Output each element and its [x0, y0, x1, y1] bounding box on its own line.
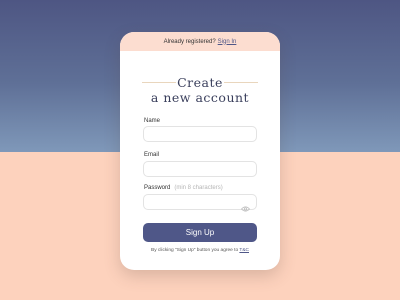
terms-text: By clicking "Sign Up" button you agree t…: [151, 248, 239, 253]
email-input[interactable]: [143, 161, 257, 177]
signup-card: Already registered? Sign In Create a new…: [120, 32, 280, 270]
name-input[interactable]: [143, 126, 257, 142]
password-label: Password: [144, 185, 171, 191]
email-label: Email: [144, 152, 160, 158]
already-registered-text: Already registered?: [163, 38, 216, 45]
page-title: Create a new account: [120, 75, 280, 111]
password-input[interactable]: [143, 194, 257, 212]
terms-link[interactable]: T&C: [239, 248, 249, 253]
eye-icon[interactable]: [241, 199, 250, 212]
password-label-row: Password (min 8 characters): [144, 185, 223, 191]
sign-up-button[interactable]: Sign Up: [143, 223, 257, 242]
name-label: Name: [144, 118, 161, 124]
title-divider-right: [224, 82, 258, 83]
card-header: Already registered? Sign In: [120, 32, 280, 51]
title-divider-left: [142, 82, 176, 83]
password-hint: (min 8 characters): [174, 185, 223, 191]
sign-in-link[interactable]: Sign In: [218, 39, 237, 45]
terms-notice: By clicking "Sign Up" button you agree t…: [120, 248, 280, 253]
title-line-2: a new account: [150, 90, 250, 105]
